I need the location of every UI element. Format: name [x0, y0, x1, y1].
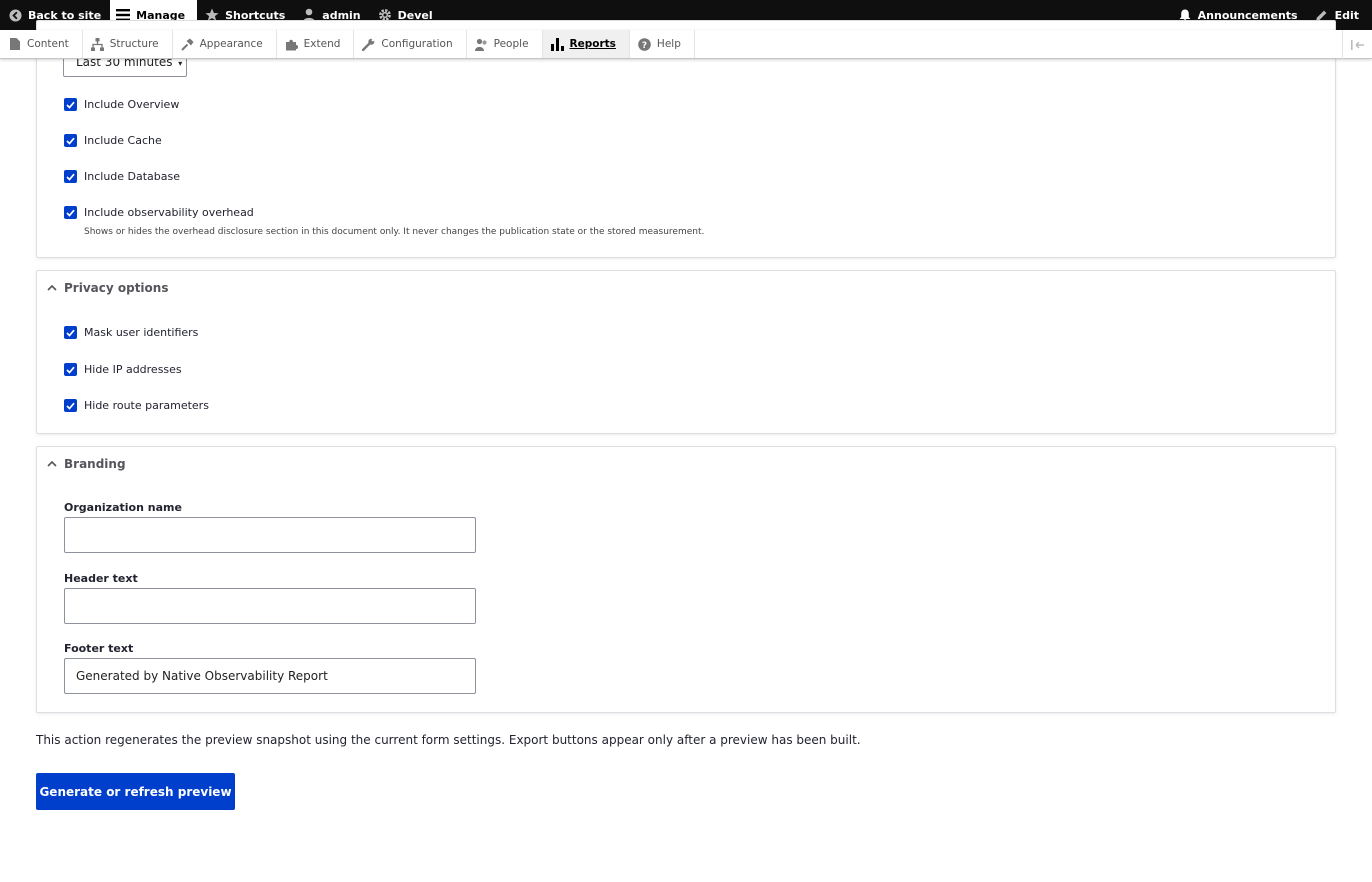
- chevron-up-icon: [46, 458, 58, 470]
- checkmark-icon: [64, 170, 77, 183]
- tray-item-label: Content: [27, 38, 69, 50]
- wrench-icon: [362, 38, 375, 51]
- collapse-icon: [1350, 35, 1365, 54]
- checkmark-icon: [64, 399, 77, 412]
- people-icon: [474, 38, 488, 51]
- branding-toggle[interactable]: Branding: [46, 457, 126, 471]
- checkmark-icon: [64, 98, 77, 111]
- tray-item-label: People: [493, 38, 529, 50]
- file-icon: [8, 38, 21, 51]
- organization-name-label: Organization name: [64, 501, 182, 514]
- checkbox-label: Include Overview: [84, 98, 180, 111]
- checkmark-icon: [64, 326, 77, 339]
- footer-text-label: Footer text: [64, 642, 134, 655]
- tray-item-label: Appearance: [199, 38, 263, 50]
- brush-icon: [180, 38, 194, 51]
- svg-text:?: ?: [642, 41, 647, 51]
- action-description: This action regenerates the preview snap…: [36, 733, 861, 747]
- footer-text-field[interactable]: [64, 658, 476, 694]
- tray-item-label: Structure: [109, 38, 159, 50]
- header-text-field[interactable]: [64, 588, 476, 624]
- hide-route-parameters-checkbox[interactable]: Hide route parameters: [64, 399, 209, 412]
- privacy-options-toggle[interactable]: Privacy options: [46, 281, 168, 295]
- include-database-checkbox[interactable]: Include Database: [64, 170, 180, 183]
- chevron-up-icon: [46, 282, 58, 294]
- checkbox-label: Include Cache: [84, 134, 162, 147]
- help-icon: ?: [638, 37, 651, 51]
- hide-ip-addresses-checkbox[interactable]: Hide IP addresses: [64, 363, 182, 376]
- tray-item-label: Configuration: [381, 38, 453, 50]
- tray-item-label: Reports: [569, 38, 616, 50]
- include-cache-checkbox[interactable]: Include Cache: [64, 134, 162, 147]
- checkbox-label: Mask user identifiers: [84, 326, 199, 339]
- tray-item-help[interactable]: ? Help: [630, 30, 695, 58]
- tray-item-configuration[interactable]: Configuration: [354, 30, 467, 58]
- bar-chart-icon: [550, 37, 564, 51]
- tray-item-label: Extend: [303, 38, 341, 50]
- puzzle-icon: [285, 38, 298, 51]
- overhead-description: Shows or hides the overhead disclosure s…: [84, 227, 705, 237]
- include-overhead-checkbox[interactable]: Include observability overhead: [64, 206, 254, 219]
- checkmark-icon: [64, 134, 77, 147]
- admin-menu-tray: Content Structure Appearance Extend Conf…: [0, 30, 1372, 59]
- branding-title: Branding: [64, 457, 126, 471]
- privacy-options-title: Privacy options: [64, 281, 169, 295]
- edit-label: Edit: [1334, 8, 1359, 22]
- tray-item-people[interactable]: People: [467, 30, 543, 58]
- tray-item-appearance[interactable]: Appearance: [173, 30, 277, 58]
- checkbox-label: Hide IP addresses: [84, 363, 182, 376]
- tray-item-label: Help: [656, 38, 681, 50]
- checkbox-label: Include observability overhead: [84, 206, 254, 219]
- sitemap-icon: [90, 37, 104, 51]
- tray-item-extend[interactable]: Extend: [277, 30, 355, 58]
- tray-orientation-toggle[interactable]: [1342, 30, 1372, 59]
- privacy-options-card: [36, 270, 1336, 434]
- header-text-label: Header text: [64, 572, 138, 585]
- include-overview-checkbox[interactable]: Include Overview: [64, 98, 179, 111]
- chevron-down-icon: ▾: [178, 59, 183, 68]
- checkmark-icon: [64, 206, 77, 219]
- tray-item-content[interactable]: Content: [0, 30, 83, 58]
- checkmark-icon: [64, 363, 77, 376]
- generate-preview-button[interactable]: Generate or refresh preview: [36, 773, 235, 810]
- tray-item-structure[interactable]: Structure: [83, 30, 173, 58]
- tray-item-reports[interactable]: Reports: [542, 30, 630, 58]
- checkbox-label: Hide route parameters: [84, 399, 209, 412]
- mask-user-identifiers-checkbox[interactable]: Mask user identifiers: [64, 326, 198, 339]
- checkbox-label: Include Database: [84, 170, 181, 183]
- back-arrow-icon: [8, 8, 22, 22]
- organization-name-field[interactable]: [64, 517, 476, 553]
